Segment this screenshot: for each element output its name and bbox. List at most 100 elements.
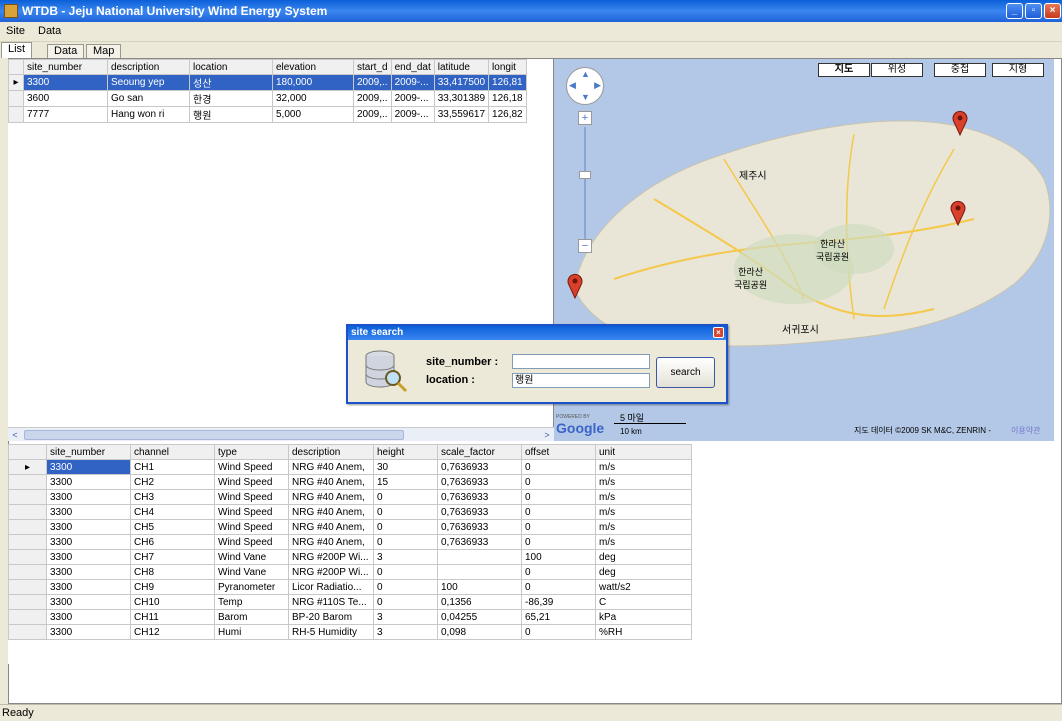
table-cell[interactable]: 0 <box>373 594 438 610</box>
table-cell[interactable]: Wind Vane <box>214 564 289 580</box>
table-cell[interactable]: 0 <box>373 534 438 550</box>
row-header[interactable] <box>8 489 47 505</box>
table-row[interactable]: 3300 CH5 Wind Speed NRG #40 Anem, 0 0,7636933… <box>8 519 692 535</box>
row-header[interactable] <box>8 579 47 595</box>
column-header[interactable]: description <box>107 59 190 75</box>
table-cell[interactable]: 3300 <box>46 504 131 520</box>
table-cell[interactable]: 65,21 <box>521 609 596 625</box>
table-cell[interactable]: deg <box>595 564 692 580</box>
dialog-close-button[interactable]: × <box>713 327 724 338</box>
table-cell[interactable]: Wind Speed <box>214 459 289 475</box>
table-cell[interactable]: 2009-... <box>390 106 435 123</box>
table-cell[interactable]: 3300 <box>46 579 131 595</box>
site-number-input[interactable] <box>512 354 650 369</box>
table-cell[interactable]: Wind Speed <box>214 504 289 520</box>
table-cell[interactable]: 0 <box>521 624 596 640</box>
table-cell[interactable]: 3 <box>373 549 438 565</box>
table-row[interactable]: 3300 CH9 Pyranometer Licor Radiatio... 0 100 0… <box>8 579 692 595</box>
table-cell[interactable]: 3300 <box>46 609 131 625</box>
column-header[interactable]: height <box>373 444 438 460</box>
table-cell[interactable]: 2009,.. <box>353 74 392 91</box>
table-row[interactable]: 3300 CH11 Barom BP-20 Barom 3 0,04255 65,21 kPa <box>8 609 692 625</box>
table-cell[interactable]: Seoung yep <box>107 74 190 91</box>
table-cell[interactable]: 5,000 <box>272 106 354 123</box>
column-header[interactable]: latitude <box>433 59 490 75</box>
table-cell[interactable]: 0 <box>521 474 596 490</box>
table-cell[interactable]: Temp <box>214 594 289 610</box>
table-cell[interactable]: -86,39 <box>521 594 596 610</box>
table-cell[interactable]: Pyranometer <box>214 579 289 595</box>
table-cell[interactable]: 0 <box>521 459 596 475</box>
map-marker-icon[interactable] <box>949 200 967 226</box>
column-header[interactable]: start_d <box>353 59 392 75</box>
table-cell[interactable]: CH11 <box>130 609 215 625</box>
table-cell[interactable]: m/s <box>595 534 692 550</box>
table-cell[interactable]: C <box>595 594 692 610</box>
table-cell[interactable]: NRG #40 Anem, <box>288 534 374 550</box>
table-cell[interactable]: 0 <box>521 564 596 580</box>
table-cell[interactable]: Wind Speed <box>214 489 289 505</box>
table-cell[interactable] <box>437 564 522 580</box>
table-cell[interactable]: CH4 <box>130 504 215 520</box>
table-cell[interactable]: 100 <box>437 579 522 595</box>
table-row[interactable]: 3300 CH4 Wind Speed NRG #40 Anem, 0 0,7636933… <box>8 504 692 520</box>
column-header[interactable]: site_number <box>46 444 131 460</box>
table-cell[interactable]: CH8 <box>130 564 215 580</box>
scrollbar-thumb[interactable] <box>24 430 404 440</box>
table-cell[interactable]: 0 <box>521 579 596 595</box>
table-cell[interactable]: 33,417500 <box>433 74 490 91</box>
table-row[interactable]: 3300 CH12 Humi RH-5 Humidity 3 0,098 0 %RH <box>8 624 692 640</box>
table-cell[interactable]: Wind Speed <box>214 519 289 535</box>
table-cell[interactable]: 0 <box>521 534 596 550</box>
table-cell[interactable]: 2009-... <box>390 90 435 107</box>
column-header[interactable]: elevation <box>272 59 354 75</box>
table-cell[interactable]: CH6 <box>130 534 215 550</box>
table-row[interactable]: ▸ 3300 CH1 Wind Speed NRG #40 Anem, 30 0,76369… <box>8 459 692 475</box>
table-cell[interactable]: kPa <box>595 609 692 625</box>
tab-data[interactable]: Data <box>47 44 85 58</box>
scroll-left-icon[interactable]: < <box>8 428 22 442</box>
table-cell[interactable]: m/s <box>595 474 692 490</box>
table-cell[interactable]: 0 <box>373 489 438 505</box>
table-cell[interactable]: Wind Vane <box>214 549 289 565</box>
table-cell[interactable]: 3300 <box>46 594 131 610</box>
table-cell[interactable]: 3300 <box>46 489 131 505</box>
table-cell[interactable]: 0 <box>373 504 438 520</box>
close-button[interactable]: × <box>1044 3 1061 19</box>
table-cell[interactable]: CH1 <box>130 459 215 475</box>
table-cell[interactable]: BP-20 Barom <box>288 609 374 625</box>
row-header[interactable] <box>8 519 47 535</box>
table-cell[interactable]: 0 <box>373 564 438 580</box>
map-marker-icon[interactable] <box>951 110 969 136</box>
table-cell[interactable]: %RH <box>595 624 692 640</box>
table-cell[interactable]: 0,7636933 <box>437 519 522 535</box>
table-cell[interactable]: Wind Speed <box>214 474 289 490</box>
column-header[interactable]: type <box>214 444 289 460</box>
table-cell[interactable]: CH3 <box>130 489 215 505</box>
map-type-terrain[interactable]: 지형 <box>992 63 1044 77</box>
table-cell[interactable]: 126,82 <box>488 106 527 123</box>
zoom-in-icon[interactable]: + <box>578 111 592 125</box>
column-header[interactable]: end_dat <box>390 59 435 75</box>
table-cell[interactable]: 한경 <box>189 90 273 107</box>
table-row[interactable]: 3600 Go san 한경 32,000 2009,.. 2009-... 3… <box>8 90 527 107</box>
table-row[interactable]: 3300 CH8 Wind Vane NRG #200P Wi... 0 0 deg <box>8 564 692 580</box>
table-cell[interactable]: 180,000 <box>272 74 354 91</box>
row-header[interactable] <box>8 474 47 490</box>
table-cell[interactable]: 33,301389 <box>433 90 490 107</box>
map-type-satellite[interactable]: 위성 <box>871 63 923 77</box>
terms-link[interactable]: 이용약관 <box>1011 425 1040 436</box>
table-cell[interactable]: m/s <box>595 519 692 535</box>
table-cell[interactable]: NRG #200P Wi... <box>288 549 374 565</box>
table-cell[interactable]: 2009,.. <box>353 90 392 107</box>
table-row[interactable]: 3300 CH6 Wind Speed NRG #40 Anem, 0 0,7636933… <box>8 534 692 550</box>
zoom-slider-track[interactable] <box>584 127 586 239</box>
table-cell[interactable]: 3300 <box>46 534 131 550</box>
pan-down-icon[interactable]: ▼ <box>581 92 590 102</box>
table-cell[interactable]: CH12 <box>130 624 215 640</box>
table-cell[interactable]: m/s <box>595 504 692 520</box>
column-header[interactable]: channel <box>130 444 215 460</box>
row-header[interactable] <box>8 594 47 610</box>
column-header[interactable]: offset <box>521 444 596 460</box>
row-header[interactable] <box>8 534 47 550</box>
